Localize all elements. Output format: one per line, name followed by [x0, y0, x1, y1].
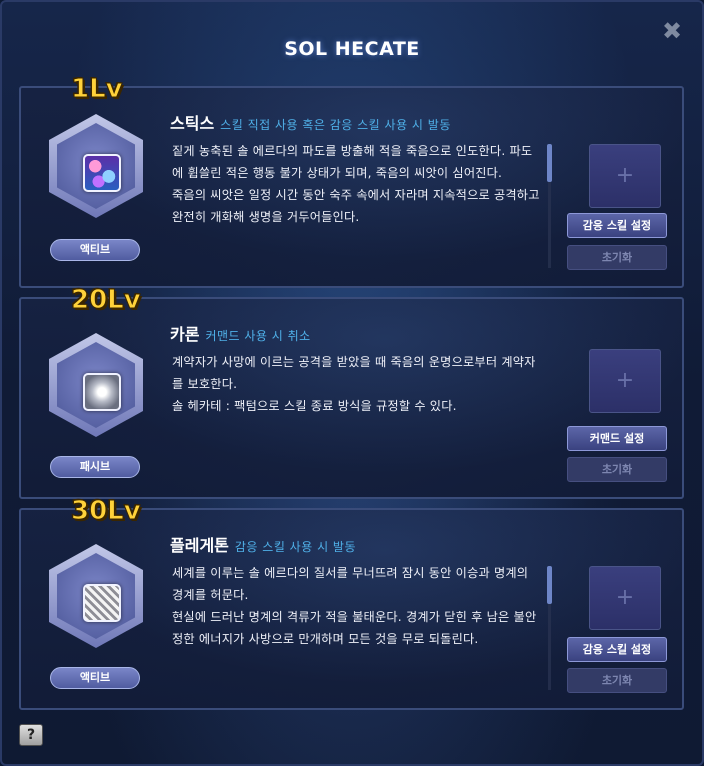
- set-command-button[interactable]: 커맨드 설정: [567, 426, 667, 451]
- skill-name: 플레게톤 감응 스킬 사용 시 발동: [170, 532, 356, 556]
- skill-name-text: 플레게톤: [170, 536, 229, 555]
- skill-level: 20Lv: [71, 285, 142, 316]
- skill-panel-charon: 20Lv 패시브 카론 커맨드 사용 시 취소 계약자가 사망에 이르는 공격을 …: [19, 285, 684, 499]
- skill-type-badge: 액티브: [50, 239, 140, 261]
- skill-panel-phlegethon: 30Lv 액티브 플레게톤 감응 스킬 사용 시 발동 세계를 이루는 솔 에르다…: [19, 496, 684, 710]
- skill-description: 세계를 이루는 솔 에르다의 질서를 무너뜨려 잠시 동안 이승과 명계의 경계…: [172, 566, 537, 646]
- skill-condition: 스킬 직접 사용 혹은 감응 스킬 사용 시 발동: [220, 118, 451, 132]
- set-linked-skill-button[interactable]: 감응 스킬 설정: [567, 213, 667, 238]
- skill-description: 계약자가 사망에 이르는 공격을 받았을 때 죽음의 운명으로부터 계약자를 보…: [172, 355, 536, 413]
- skill-level: 30Lv: [71, 496, 142, 527]
- phlegethon-skill-icon: [83, 584, 121, 622]
- skill-name-text: 카론: [170, 325, 200, 344]
- linked-skill-slot[interactable]: +: [589, 144, 661, 208]
- scrollbar-thumb[interactable]: [547, 566, 552, 604]
- reset-button[interactable]: 초기화: [567, 668, 667, 693]
- description-scrollbar[interactable]: [547, 144, 552, 268]
- description-scrollbar[interactable]: [547, 566, 552, 690]
- help-button[interactable]: ?: [19, 724, 43, 746]
- skill-type-badge: 액티브: [50, 667, 140, 689]
- scrollbar-thumb[interactable]: [547, 144, 552, 182]
- sol-hecate-window: SOL HECATE ✖ 1Lv 액티브 스틱스 스킬 직접 사용 혹은 감응 스…: [0, 0, 704, 766]
- linked-skill-slot[interactable]: +: [589, 566, 661, 630]
- styx-skill-icon: [83, 154, 121, 192]
- reset-button[interactable]: 초기화: [567, 457, 667, 482]
- skill-frame: [49, 114, 143, 218]
- skill-level: 1Lv: [71, 74, 124, 105]
- command-slot[interactable]: +: [589, 349, 661, 413]
- close-icon[interactable]: ✖: [659, 18, 685, 44]
- skill-name: 카론 커맨드 사용 시 취소: [170, 321, 311, 345]
- skill-name-text: 스틱스: [170, 114, 215, 133]
- skill-description: 짙게 농축된 솔 에르다의 파도를 방출해 적을 죽음으로 인도한다. 파도에 …: [172, 144, 540, 224]
- skill-type-badge: 패시브: [50, 456, 140, 478]
- window-title: SOL HECATE: [284, 38, 420, 60]
- skill-frame: [49, 333, 143, 437]
- skill-frame: [49, 544, 143, 648]
- skill-name: 스틱스 스킬 직접 사용 혹은 감응 스킬 사용 시 발동: [170, 110, 451, 134]
- skill-condition: 커맨드 사용 시 취소: [205, 329, 311, 343]
- set-linked-skill-button[interactable]: 감응 스킬 설정: [567, 637, 667, 662]
- charon-skill-icon: [83, 373, 121, 411]
- skill-condition: 감응 스킬 사용 시 발동: [234, 540, 357, 554]
- reset-button[interactable]: 초기화: [567, 245, 667, 270]
- skill-panel-styx: 1Lv 액티브 스틱스 스킬 직접 사용 혹은 감응 스킬 사용 시 발동 짙게 …: [19, 74, 684, 288]
